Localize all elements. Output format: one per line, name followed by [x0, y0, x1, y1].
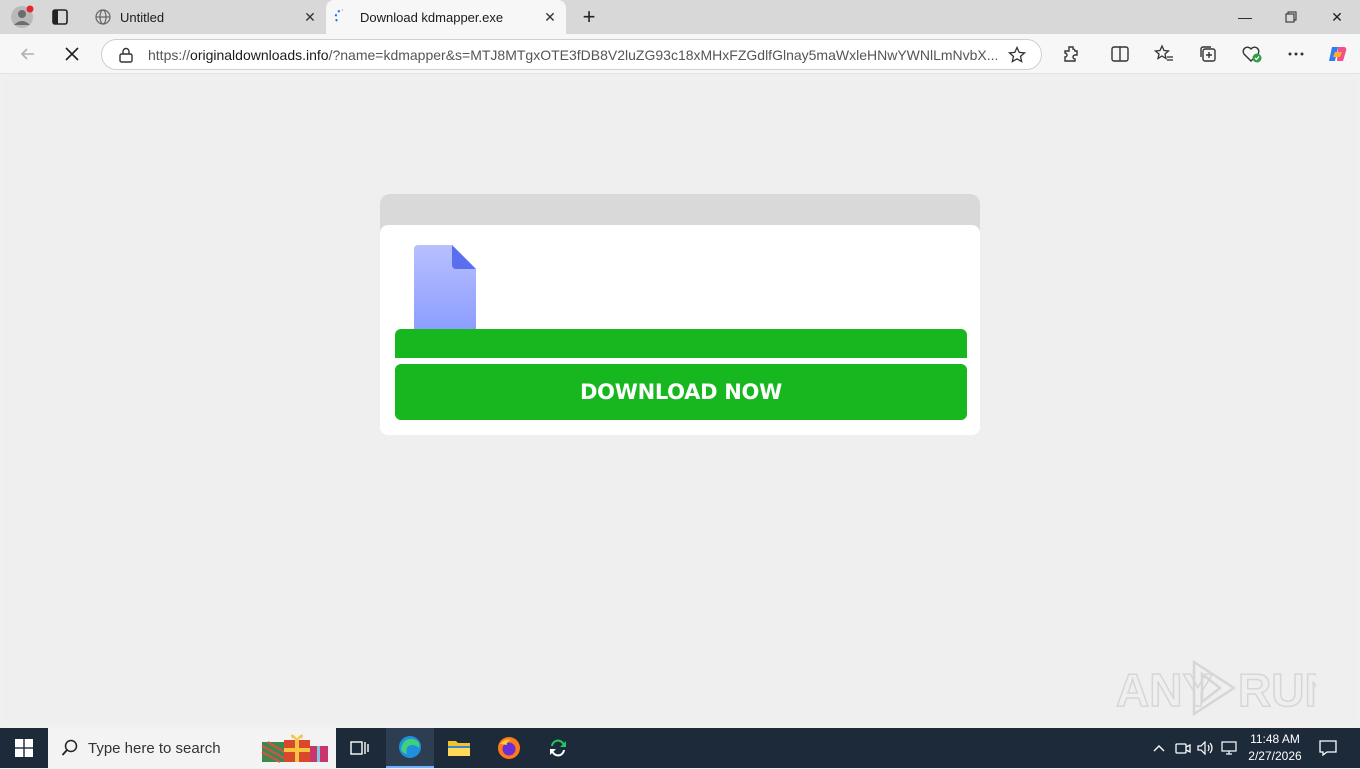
clock-date: 2/27/2026: [1248, 749, 1302, 763]
meet-now-icon[interactable]: [1173, 738, 1193, 758]
file-document-icon: [414, 245, 476, 333]
task-view-icon[interactable]: [336, 728, 384, 768]
sync-app-taskbar-icon[interactable]: [534, 728, 582, 768]
tab-strip: Untitled ✕ Download kdmapper.exe ✕ + — ✕: [0, 0, 1360, 34]
copilot-icon[interactable]: [1326, 43, 1350, 65]
firefox-taskbar-icon[interactable]: [485, 728, 533, 768]
collections-icon[interactable]: [1196, 43, 1220, 65]
url-scheme: https://: [148, 46, 191, 63]
svg-text:ANY: ANY: [1116, 664, 1213, 716]
globe-icon: [94, 8, 112, 26]
system-clock[interactable]: 11:48 AM 2/27/2026: [1240, 731, 1310, 765]
search-highlight-gifts-icon: [260, 732, 332, 764]
close-tab-icon[interactable]: ✕: [300, 7, 320, 27]
edge-browser-taskbar-icon[interactable]: [386, 728, 434, 768]
windows-taskbar: Type here to search 11:48 AM 2/27/2026: [0, 728, 1360, 768]
browser-essentials-icon[interactable]: [1240, 43, 1264, 65]
windows-start-button[interactable]: [0, 728, 48, 768]
download-now-button[interactable]: DOWNLOAD NOW: [395, 364, 967, 420]
notifications-icon[interactable]: [1318, 738, 1338, 758]
address-bar[interactable]: https://originaldownloads.info/?name=kdm…: [101, 39, 1042, 70]
close-tab-icon[interactable]: ✕: [540, 7, 560, 27]
clock-time: 11:48 AM: [1250, 732, 1300, 746]
tab-download-kdmapper[interactable]: Download kdmapper.exe ✕: [326, 0, 566, 34]
tab-actions-icon[interactable]: [48, 6, 72, 28]
svg-text:RUN: RUN: [1238, 664, 1316, 716]
tab-title: Untitled: [120, 9, 165, 25]
site-info-lock-icon[interactable]: [118, 47, 134, 63]
file-explorer-taskbar-icon[interactable]: [435, 728, 483, 768]
split-screen-icon[interactable]: [1108, 43, 1132, 65]
browser-window: Untitled ✕ Download kdmapper.exe ✕ + — ✕: [0, 0, 1360, 728]
stop-loading-button[interactable]: [57, 40, 87, 68]
restore-button[interactable]: [1268, 0, 1314, 34]
browser-toolbar: https://originaldownloads.info/?name=kdm…: [0, 34, 1360, 74]
close-window-button[interactable]: ✕: [1314, 0, 1360, 34]
favorites-icon[interactable]: [1152, 43, 1176, 65]
profile-avatar-icon[interactable]: [10, 5, 34, 29]
loading-spinner-icon: [334, 8, 352, 26]
network-icon[interactable]: [1220, 738, 1240, 758]
search-placeholder: Type here to search: [88, 739, 221, 757]
back-button[interactable]: [13, 40, 43, 68]
new-tab-button[interactable]: +: [577, 4, 601, 29]
tab-title: Download kdmapper.exe: [360, 9, 504, 25]
tab-untitled[interactable]: Untitled ✕: [86, 0, 326, 34]
anyrun-watermark-logo: ANY RUN: [1115, 656, 1338, 720]
taskbar-search-box[interactable]: Type here to search: [48, 728, 336, 768]
download-progress-bar: [395, 329, 967, 358]
volume-icon[interactable]: [1196, 738, 1216, 758]
search-icon: [60, 738, 80, 758]
url-text[interactable]: https://originaldownloads.info/?name=kdm…: [148, 47, 997, 63]
url-host: originaldownloads.info: [190, 46, 329, 63]
favorite-star-icon[interactable]: [1007, 45, 1027, 65]
show-hidden-icons-chevron-icon[interactable]: [1149, 738, 1169, 758]
more-menu-icon[interactable]: [1284, 43, 1308, 65]
minimize-button[interactable]: —: [1222, 0, 1268, 34]
extensions-icon[interactable]: [1059, 43, 1083, 65]
url-path: /?name=kdmapper&s=MTJ8MTgxOTE3fDB8V2luZG…: [328, 46, 997, 63]
